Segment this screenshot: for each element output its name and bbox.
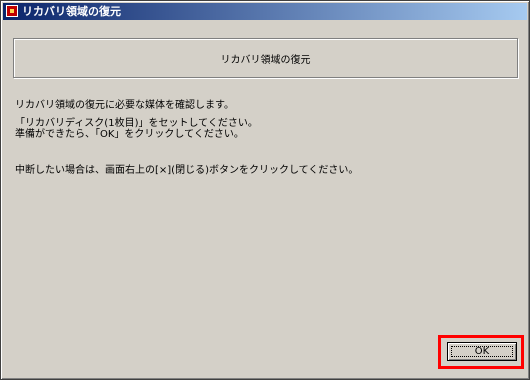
dialog-window: リカバリ領域の復元 リカバリ領域の復元 リカバリ領域の復元に必要な媒体を確認しま… [0, 0, 530, 380]
window-title: リカバリ領域の復元 [22, 5, 121, 18]
cancel-hint-text: 中断したい場合は、画面右上の[×](閉じる)ボタンをクリックしてください。 [15, 165, 359, 176]
header-panel: リカバリ領域の復元 [13, 38, 518, 78]
ok-button-label: OK [474, 346, 490, 357]
app-icon [6, 5, 18, 17]
header-title: リカバリ領域の復元 [220, 54, 311, 66]
ok-button[interactable]: OK [447, 342, 517, 361]
title-bar[interactable]: リカバリ領域の復元 [3, 3, 527, 20]
ready-text: 準備ができたら、「OK」をクリックしてください。 [15, 129, 244, 140]
instruction-text: リカバリ領域の復元に必要な媒体を確認します。 [15, 100, 234, 111]
